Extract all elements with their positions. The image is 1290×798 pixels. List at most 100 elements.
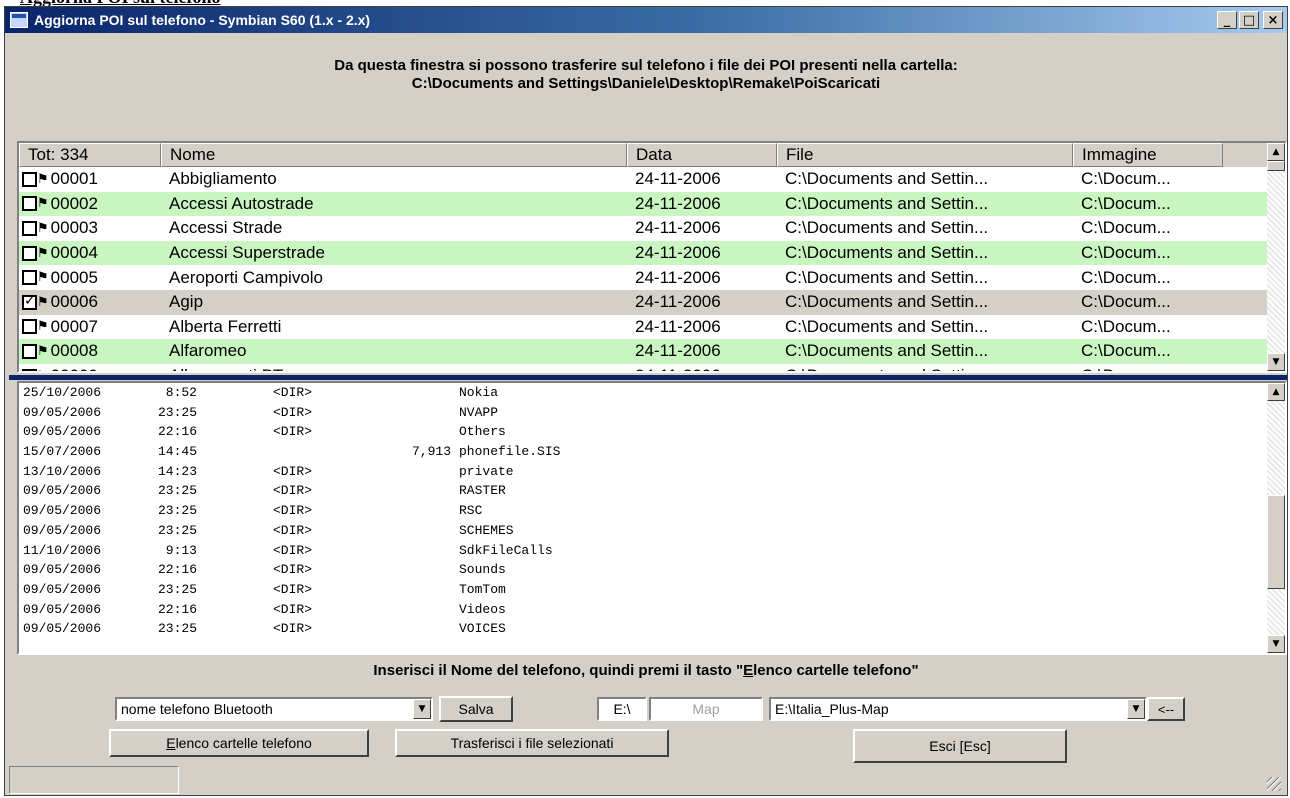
drive-field[interactable]: E:\	[597, 697, 647, 721]
entry-date: 09/05/2006	[23, 621, 102, 637]
header-description: Da questa finestra si possono trasferire…	[5, 57, 1287, 93]
exit-button[interactable]: Esci [Esc]	[853, 729, 1067, 763]
console-line: 09/05/2006 22:16 <DIR> Sounds	[19, 560, 1285, 580]
poi-id-cell: ⚑ 00005	[19, 268, 161, 288]
poi-id: 00008	[50, 341, 98, 361]
column-image[interactable]: Immagine	[1073, 143, 1223, 167]
scroll-down-icon[interactable]: ▼	[1267, 353, 1285, 371]
entry-type: <DIR>	[273, 522, 313, 538]
entry-time: 14:23	[157, 463, 197, 479]
entry-date: 09/05/2006	[23, 424, 102, 440]
entry-name: TomTom	[459, 581, 506, 597]
poi-row[interactable]: ⚑00006 Agip 24-11-2006 C:\Documents and Set…	[19, 289, 1285, 315]
entry-date: 09/05/2006	[23, 522, 102, 538]
scroll-up-icon[interactable]: ▲	[1267, 383, 1285, 401]
console-scrollbar[interactable]: ▲ ▼	[1267, 383, 1285, 653]
entry-time: 22:16	[157, 562, 197, 578]
list-phone-folders-button[interactable]: Elenco cartelle telefono	[109, 729, 369, 757]
poi-row[interactable]: ⚑ 00004 Accessi Superstrade 24-11-2006 C:\Do…	[19, 240, 1285, 266]
poi-name: Accessi Strade	[169, 218, 283, 238]
poi-row[interactable]: ⚑ 00005 Aeroporti Campivolo 24-11-2006 C:\Do…	[19, 265, 1285, 290]
splitter[interactable]	[9, 375, 1287, 380]
entry-name: RASTER	[459, 483, 506, 499]
transfer-files-button[interactable]: Trasferisci i file selezionati	[395, 729, 669, 757]
column-file[interactable]: File	[777, 143, 1073, 167]
resize-grip-icon[interactable]	[1267, 777, 1281, 791]
poi-file: C:\Documents and Settin...	[785, 218, 989, 238]
poi-id-cell: ⚑ 00002	[19, 194, 161, 214]
checkbox-icon[interactable]	[22, 245, 37, 261]
poi-image: C:\Docum...	[1081, 193, 1171, 213]
entry-time: 8:52	[165, 385, 197, 400]
poi-date: 24-11-2006	[635, 267, 721, 287]
flag-icon: ⚑	[37, 270, 49, 286]
poi-file: C:\Documents and Settin...	[785, 341, 989, 361]
phone-name-combo[interactable]: nome telefono Bluetooth ▼	[115, 697, 433, 721]
map-path-combo[interactable]: E:\Italia_Plus-Map ▼	[769, 697, 1147, 721]
entry-date: 09/05/2006	[23, 483, 102, 499]
minimize-button[interactable]: _	[1217, 11, 1237, 29]
column-name[interactable]: Nome	[161, 143, 627, 167]
entry-name: private	[459, 463, 514, 479]
poi-id-cell: ⚑ 00004	[19, 243, 161, 263]
scroll-thumb[interactable]	[1267, 161, 1285, 171]
status-bar-panel	[9, 766, 179, 794]
map-path-value: E:\Italia_Plus-Map	[775, 701, 889, 717]
column-total[interactable]: Tot: 334	[19, 143, 161, 167]
entry-name: Nokia	[459, 385, 499, 400]
map-field[interactable]: Map	[649, 697, 763, 721]
entry-type: <DIR>	[273, 404, 313, 420]
entry-date: 09/05/2006	[23, 601, 102, 617]
checkbox-icon[interactable]	[22, 319, 37, 335]
flag-icon: ⚑	[37, 369, 49, 371]
instructions-part-2: lenco cartelle telefono"	[753, 662, 919, 679]
scroll-thumb[interactable]	[1267, 495, 1285, 589]
console-line: 13/10/2006 14:23 <DIR> private	[19, 462, 1285, 482]
chevron-down-icon[interactable]: ▼	[1127, 699, 1145, 719]
checkbox-icon[interactable]	[22, 270, 37, 286]
poi-row[interactable]: ⚑ 00001 Abbigliamento 24-11-2006 C:\Document…	[19, 167, 1285, 192]
column-date[interactable]: Data	[627, 143, 777, 167]
poi-list[interactable]: Tot: 334 Nome Data File Immagine ⚑ 00001 A…	[17, 141, 1287, 373]
checkbox-icon[interactable]	[22, 196, 37, 212]
poi-file: C:\Documents and Settin...	[785, 193, 989, 213]
poi-row[interactable]: ⚑ 00008 Alfaromeo 24-11-2006 C:\Documents an…	[19, 339, 1285, 364]
poi-name: Alberta Ferretti	[169, 316, 282, 336]
entry-date: 09/05/2006	[23, 581, 102, 597]
checkbox-icon[interactable]	[22, 343, 37, 359]
console-line: 09/05/2006 23:25 <DIR> VOICES	[19, 619, 1285, 639]
poi-row[interactable]: ⚑00009Allevamenti PT24-11-2006C:\Documen…	[19, 364, 1285, 371]
poi-id: 00007	[50, 316, 98, 336]
chevron-down-icon[interactable]: ▼	[413, 699, 431, 719]
poi-image: C:\Docum...	[1081, 316, 1171, 336]
entry-type: <DIR>	[273, 385, 313, 400]
checkbox-icon[interactable]	[22, 171, 37, 187]
poi-file: C:\Documents and Settin...	[785, 243, 989, 263]
poi-row[interactable]: ⚑ 00003 Accessi Strade 24-11-2006 C:\Documen…	[19, 216, 1285, 241]
poi-image: C:\Docum...	[1073, 366, 1223, 371]
checkbox-icon[interactable]	[22, 368, 37, 371]
poi-name: Accessi Superstrade	[169, 243, 325, 263]
entry-time: 23:25	[157, 581, 197, 597]
poi-row[interactable]: ⚑ 00002 Accessi Autostrade 24-11-2006 C:\Doc…	[19, 191, 1285, 217]
poi-row[interactable]: ⚑ 00007 Alberta Ferretti 24-11-2006 C:\Docum…	[19, 315, 1285, 340]
title-bar[interactable]: Aggiorna POI sul telefono - Symbian S60 …	[5, 7, 1287, 33]
poi-date: 24-11-2006	[635, 341, 721, 361]
close-button[interactable]: ×	[1263, 11, 1283, 29]
entry-time: 23:25	[157, 483, 197, 499]
checkbox-icon[interactable]	[22, 293, 37, 310]
poi-list-scrollbar[interactable]: ▲ ▼	[1267, 143, 1285, 371]
poi-id-cell: ⚑ 00001	[19, 169, 161, 189]
scroll-up-icon[interactable]: ▲	[1267, 143, 1285, 161]
entry-type: <DIR>	[273, 581, 313, 597]
maximize-button[interactable]: □	[1239, 11, 1259, 29]
checkbox-icon[interactable]	[22, 220, 37, 236]
scroll-down-icon[interactable]: ▼	[1267, 635, 1285, 653]
main-window: Aggiorna POI sul telefono - Symbian S60 …	[4, 6, 1288, 796]
back-button[interactable]: <--	[1147, 697, 1185, 721]
console-line: 09/05/2006 22:16 <DIR> Videos	[19, 600, 1285, 620]
poi-date: 24-11-2006	[635, 292, 721, 312]
phone-directory-output[interactable]: 25/10/2006 8:52 <DIR> Nokia 09/05/2006 23:25 <…	[17, 381, 1287, 655]
entry-type: <DIR>	[273, 601, 313, 617]
save-button[interactable]: Salva	[439, 696, 513, 722]
